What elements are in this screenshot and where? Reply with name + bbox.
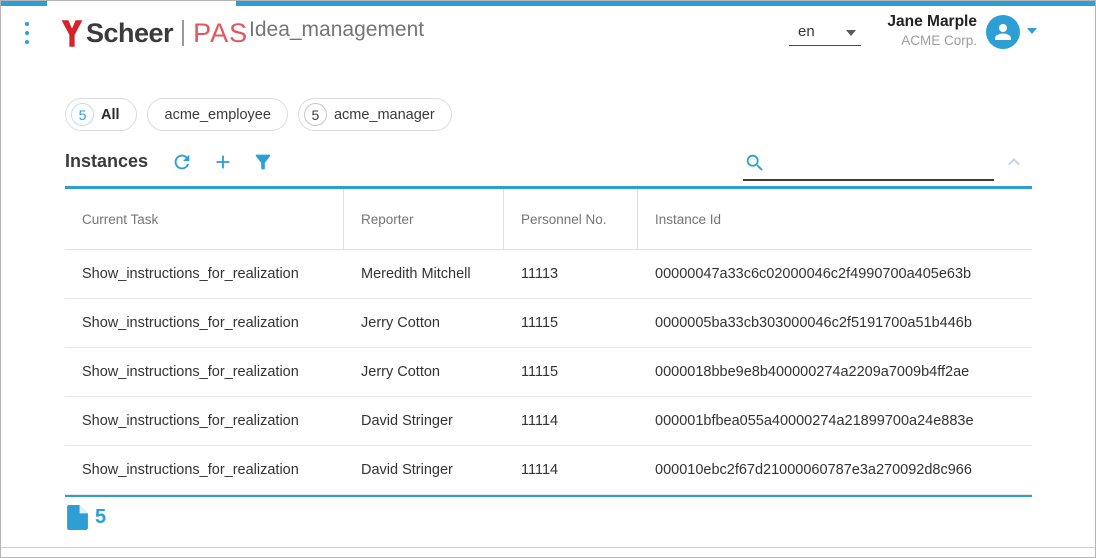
magnifier-icon — [744, 152, 766, 174]
chevron-up-icon[interactable] — [1002, 150, 1026, 174]
cell-reporter: David Stringer — [344, 397, 504, 445]
cell-personnel-no: 11114 — [504, 446, 638, 494]
record-count-footer: 5 — [67, 505, 106, 530]
app-window: Scheer PAS Idea_management en Jane Marpl… — [0, 0, 1096, 558]
cell-reporter: Jerry Cotton — [344, 348, 504, 396]
user-organization: ACME Corp. — [807, 33, 977, 48]
cell-personnel-no: 11115 — [504, 348, 638, 396]
cell-personnel-no: 11115 — [504, 299, 638, 347]
table-row[interactable]: Show_instructions_for_realization Jerry … — [65, 348, 1032, 397]
cell-current-task: Show_instructions_for_realization — [65, 299, 344, 347]
page-title: Idea_management — [249, 18, 424, 42]
cell-instance-id: 00000047a33c6c02000046c2f4990700a405e63b — [638, 250, 1032, 298]
cell-personnel-no: 11114 — [504, 397, 638, 445]
cell-instance-id: 000010ebc2f67d21000060787e3a270092d8c966 — [638, 446, 1032, 494]
cell-instance-id: 000001bfbea055a40000274a21899700a24e883e — [638, 397, 1032, 445]
cell-instance-id: 0000018bbe9e8b400000274a2209a7009b4ff2ae — [638, 348, 1032, 396]
user-menu-chevron-down-icon[interactable] — [1027, 28, 1037, 34]
column-header-personnel-no[interactable]: Personnel No. — [504, 189, 638, 249]
cell-reporter: David Stringer — [344, 446, 504, 494]
record-count: 5 — [95, 506, 106, 529]
table-row[interactable]: Show_instructions_for_realization David … — [65, 446, 1032, 495]
chip-all-label: All — [101, 107, 120, 123]
table-row[interactable]: Show_instructions_for_realization Meredi… — [65, 250, 1032, 299]
chip-all[interactable]: 5 All — [65, 98, 137, 131]
cell-reporter: Jerry Cotton — [344, 299, 504, 347]
brand-logo: Scheer PAS — [61, 14, 248, 52]
chip-acme-employee-label: acme_employee — [165, 107, 271, 123]
refresh-icon[interactable] — [171, 151, 193, 173]
plus-icon[interactable] — [212, 151, 234, 173]
cell-reporter: Meredith Mitchell — [344, 250, 504, 298]
table-row[interactable]: Show_instructions_for_realization David … — [65, 397, 1032, 446]
table-header-row: Current Task Reporter Personnel No. Inst… — [65, 189, 1032, 250]
table-bottom-accent-line — [65, 495, 1032, 497]
brand-separator — [182, 20, 184, 46]
chip-acme-manager[interactable]: 5 acme_manager — [298, 98, 452, 131]
user-avatar-icon[interactable] — [986, 15, 1020, 49]
chip-acme-manager-count-badge: 5 — [304, 103, 327, 126]
top-strip-gap — [47, 1, 236, 6]
role-filter-chips: 5 All acme_employee 5 acme_manager — [65, 98, 452, 131]
cell-instance-id: 0000005ba33cb303000046c2f5191700a51b446b — [638, 299, 1032, 347]
kebab-menu-icon[interactable] — [20, 22, 34, 44]
user-name: Jane Marple — [807, 13, 977, 31]
instances-heading: Instances — [65, 151, 148, 172]
instances-table: Current Task Reporter Personnel No. Inst… — [65, 186, 1032, 497]
brand-scheer-text: Scheer — [86, 18, 173, 49]
cell-current-task: Show_instructions_for_realization — [65, 348, 344, 396]
search-input[interactable] — [769, 151, 993, 177]
chip-acme-employee[interactable]: acme_employee — [147, 98, 288, 131]
brand-pas-text: PAS — [193, 18, 248, 49]
column-header-instance-id[interactable]: Instance Id — [638, 189, 1032, 249]
table-row[interactable]: Show_instructions_for_realization Jerry … — [65, 299, 1032, 348]
user-info: Jane Marple ACME Corp. — [807, 13, 977, 48]
chip-all-count-badge: 5 — [71, 103, 94, 126]
document-icon — [67, 505, 88, 530]
cell-current-task: Show_instructions_for_realization — [65, 397, 344, 445]
bottom-divider — [1, 547, 1095, 548]
search-field — [743, 149, 994, 181]
scheer-y-logo-icon — [61, 20, 83, 47]
funnel-filter-icon[interactable] — [252, 151, 274, 173]
cell-current-task: Show_instructions_for_realization — [65, 250, 344, 298]
column-header-current-task[interactable]: Current Task — [65, 189, 344, 249]
chip-acme-manager-label: acme_manager — [334, 107, 435, 123]
top-accent-strip — [1, 1, 1095, 6]
column-header-reporter[interactable]: Reporter — [344, 189, 504, 249]
cell-personnel-no: 11113 — [504, 250, 638, 298]
cell-current-task: Show_instructions_for_realization — [65, 446, 344, 494]
